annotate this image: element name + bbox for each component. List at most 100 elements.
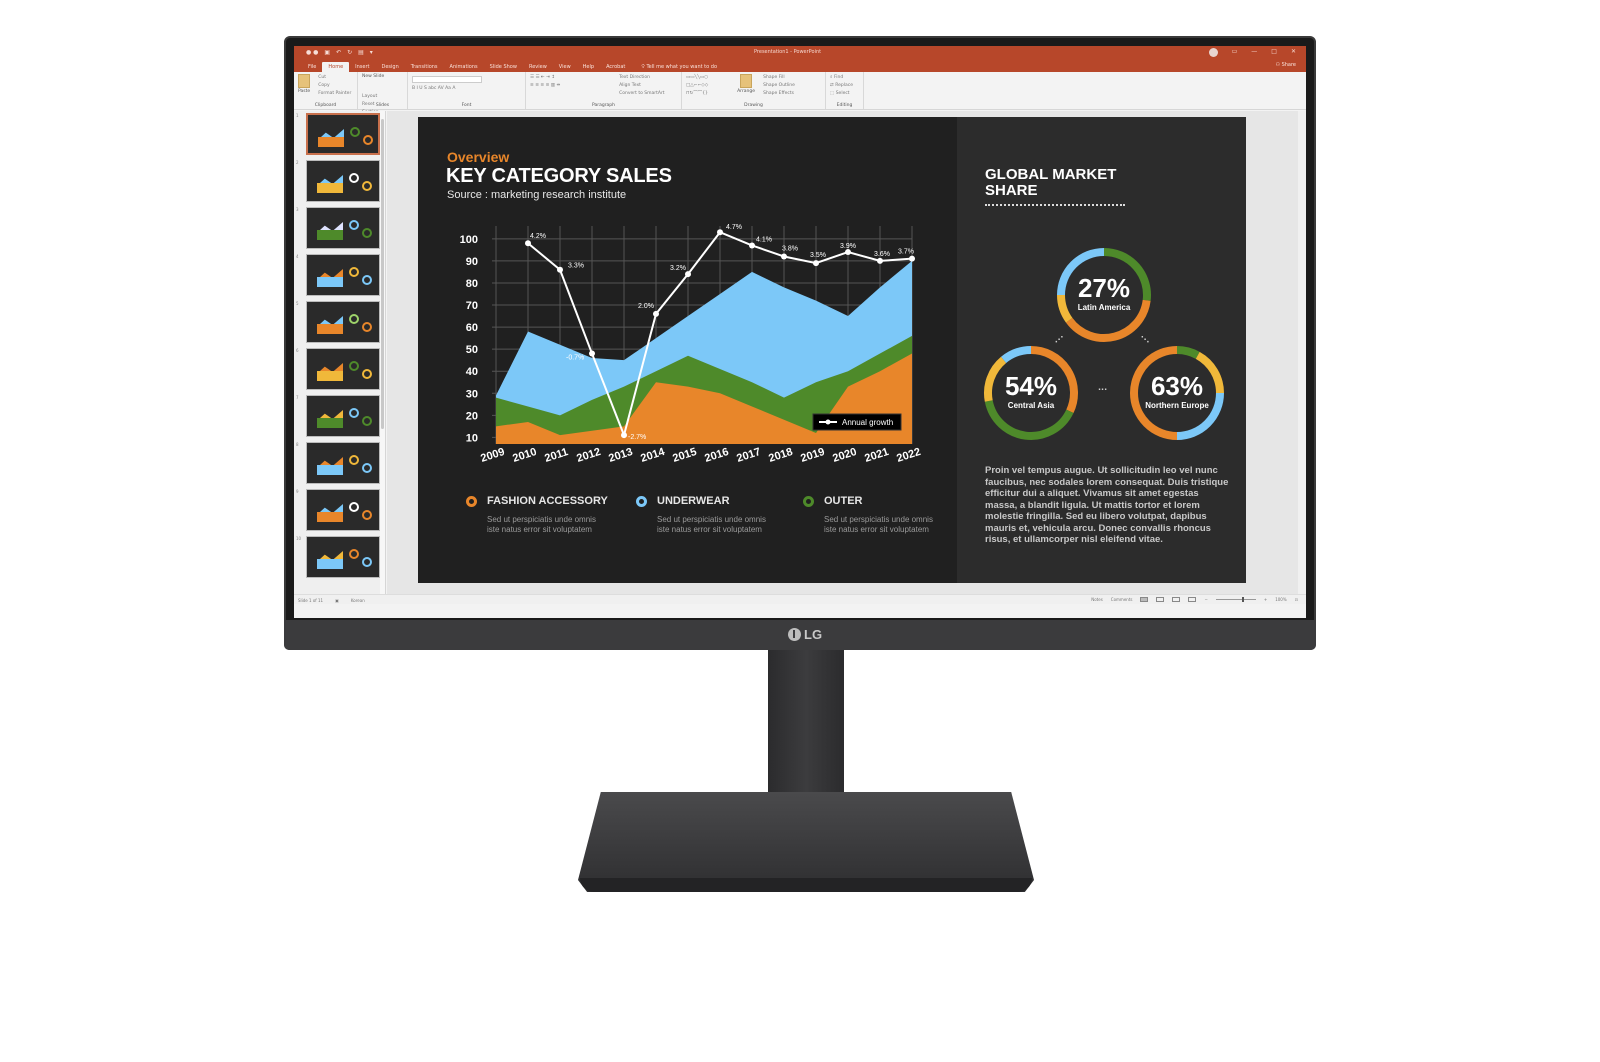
slide-thumbnail[interactable] [306,395,380,437]
market-share-panel: GLOBAL MARKET SHARE 27% Latin America 54… [957,117,1246,583]
slide-thumbnail-row: 8 [294,440,385,487]
close-icon[interactable]: ✕ [1291,48,1296,57]
font-name-select[interactable] [412,76,482,83]
format-painter-button[interactable]: Format Painter [318,90,351,98]
slide-number: 9 [296,489,299,494]
replace-button[interactable]: ⇄ Replace [830,82,859,90]
slide-thumbnails-pane: 1 2 3 4 5 6 7 8 9 10 [294,111,386,594]
group-font: B I U S abc AV Aa A Font [408,72,526,109]
minimize-icon[interactable]: — [1251,48,1257,57]
slide-sorter-icon[interactable] [1156,597,1165,602]
tab-transitions[interactable]: Transitions [405,62,444,72]
text-direction-button[interactable]: Text Direction [619,74,664,82]
quick-access-toolbar: ● ● ▣ ↶ ↻ ▤ ▾ [306,49,373,57]
slide-thumbnail[interactable] [306,254,380,296]
layout-button[interactable]: Layout [362,93,379,101]
list-buttons[interactable]: ☰ ☰ ⇤ ⇥ ↕ [530,74,614,82]
chart-legend-label: Annual growth [842,418,893,427]
ribbon-display-icon[interactable]: ▭ [1232,48,1238,57]
slide-thumbnail[interactable] [306,113,380,155]
undo-icon[interactable]: ↶ [336,49,341,57]
donut-label: Central Asia [1007,401,1055,410]
tab-slide-show[interactable]: Slide Show [484,62,523,72]
donut-northern-europe: 63% Northern Europe [1127,343,1227,443]
save-icon[interactable]: ▣ [324,49,330,57]
cut-button[interactable]: Cut [318,74,351,82]
slide-thumbnail-row: 4 [294,252,385,299]
find-button[interactable]: ⌕ Find [830,74,859,82]
share-button[interactable]: ⚇ Share [1275,62,1296,68]
autosave-icon[interactable]: ● ● [306,49,318,57]
comments-button[interactable]: Comments [1111,597,1133,602]
select-button[interactable]: ⬚ Select [830,90,859,98]
legend-dot-icon [466,496,477,507]
slide-thumbnail[interactable] [306,160,380,202]
zoom-level[interactable]: 100% [1275,597,1286,602]
font-format-buttons[interactable]: B I U S abc AV Aa A [412,85,521,93]
customize-icon[interactable]: ▾ [370,49,373,57]
normal-view-icon[interactable] [1140,597,1149,602]
slide-thumbnail[interactable] [306,442,380,484]
account-icon[interactable] [1208,48,1218,57]
slideshow-view-icon[interactable] [1188,597,1197,602]
shapes-gallery[interactable]: ▭▭╲╲▭○ □△⌐⌐◇◇ ⊓↻⌒⌒{} [686,74,732,98]
restore-icon[interactable]: □ [1271,48,1277,57]
donut-label: Northern Europe [1145,401,1209,410]
brand-logo: LG [788,627,822,642]
language-indicator[interactable]: Korean [351,598,365,603]
tab-acrobat[interactable]: Acrobat [600,62,631,72]
spellcheck-icon[interactable]: ▣ [335,598,339,603]
shape-fill-button[interactable]: Shape Fill [763,74,795,82]
x-tick-label: 2013 [607,446,634,465]
replace-label: Replace [835,83,854,88]
x-tick-label: 2014 [639,446,667,465]
slide-thumbnail-row: 1 [294,111,385,158]
growth-point [525,240,531,247]
slide-thumbnail[interactable] [306,489,380,531]
new-slide-label: New Slide [362,74,385,79]
y-tick-label: 50 [466,344,478,356]
tab-design[interactable]: Design [375,62,404,72]
zoom-out-icon[interactable]: − [1204,597,1207,602]
legend-name: FASHION ACCESSORY [487,495,608,507]
present-icon[interactable]: ▤ [358,49,364,57]
notes-button[interactable]: Notes [1091,597,1103,602]
legend-description: Sed ut perspiciatis unde omnis iste natu… [487,515,596,534]
y-tick-label: 10 [466,432,478,444]
tab-help[interactable]: Help [577,62,600,72]
redo-icon[interactable]: ↻ [347,49,352,57]
tab-review[interactable]: Review [523,62,553,72]
tab-home[interactable]: Home [322,62,350,72]
slide-thumbnail[interactable] [306,348,380,390]
window-controls: ▭ — □ ✕ [1208,48,1296,57]
align-buttons[interactable]: ≡ ≡ ≡ ≡ ▥ ⇹ [530,82,614,90]
reading-view-icon[interactable] [1172,597,1181,602]
paste-label: Paste [298,89,311,94]
powerpoint-window: ● ● ▣ ↶ ↻ ▤ ▾ Presentation1 - PowerPoint… [294,46,1306,618]
shape-outline-button[interactable]: Shape Outline [763,82,795,90]
growth-point [781,253,787,260]
current-slide[interactable]: Overview KEY CATEGORY SALES Source : mar… [418,117,1246,583]
copy-button[interactable]: Copy [318,82,351,90]
tab-animations[interactable]: Animations [444,62,484,72]
fit-slide-icon[interactable]: ⊡ [1295,597,1298,602]
shape-effects-button[interactable]: Shape Effects [763,90,795,98]
arrange-button[interactable]: Arrange [737,74,755,94]
slide-thumbnail[interactable] [306,301,380,343]
slide-thumbnail[interactable] [306,207,380,249]
x-tick-label: 2015 [671,446,698,465]
align-text-button[interactable]: Align Text [619,82,664,90]
editor-scrollbar[interactable] [1298,111,1306,594]
slide-number: 4 [296,254,299,259]
tab-file[interactable]: File [302,62,322,72]
slide-thumbnail[interactable] [306,536,380,578]
tab-view[interactable]: View [553,62,577,72]
tab-insert[interactable]: Insert [349,62,375,72]
tell-me-search[interactable]: 💡︎ Tell me what you want to do [631,62,717,72]
convert-smartart-button[interactable]: Convert to SmartArt [619,90,664,98]
zoom-slider[interactable] [1215,597,1256,602]
x-tick-label: 2012 [575,446,602,465]
zoom-in-icon[interactable]: + [1264,597,1267,602]
paste-button[interactable]: Paste [298,74,310,94]
new-slide-button[interactable]: New Slide [362,74,494,157]
